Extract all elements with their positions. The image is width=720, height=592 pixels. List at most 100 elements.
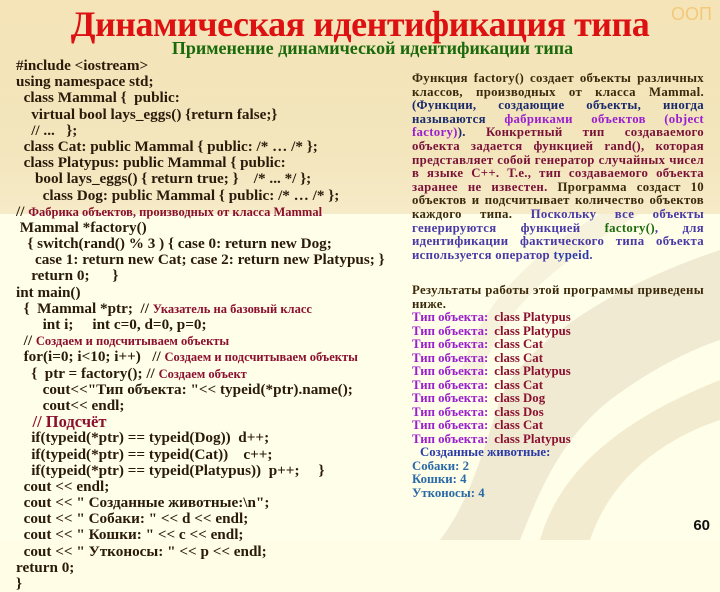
code-line: // ... };: [16, 121, 411, 139]
code-text: virtual bool lays_eggs() {return false;}: [16, 105, 278, 123]
count-row: Собаки: 2: [412, 458, 704, 474]
output-value: class Dog: [494, 391, 546, 405]
code-line: using namespace std;: [16, 74, 411, 90]
code-text: using namespace std;: [16, 73, 154, 91]
output-value: class Cat: [494, 418, 543, 432]
count-label: Утконосы:: [412, 485, 479, 500]
output-row: Тип объекта: class Cat: [412, 337, 704, 352]
code-line: cout << endl;: [16, 477, 411, 495]
description-segment: typeid: [553, 247, 590, 262]
code-text: for(i=0; i<10; i++) //: [16, 348, 165, 366]
output-row: Тип объекта: class Cat: [412, 418, 704, 433]
code-line: cout << " Кошки: " << c << endl;: [16, 527, 411, 543]
code-line: return 0; }: [16, 268, 411, 284]
code-line: class Dog: public Mammal { public: /* … …: [16, 187, 411, 204]
code-line: #include <iostream>: [16, 57, 411, 74]
code-line: if(typeid(*ptr) == typeid(Dog)) d++;: [16, 430, 411, 446]
output-row: Тип объекта: class Cat: [412, 350, 704, 366]
code-text: // ... };: [16, 121, 78, 139]
corner-tag: ООП: [671, 4, 712, 24]
code-text: { switch(rand() % 3 ) { case 0: return n…: [16, 235, 332, 253]
code-line: if(typeid(*ptr) == typeid(Cat)) c++;: [16, 445, 411, 463]
program-results: Результаты работы этой программы приведе…: [412, 283, 704, 501]
code-line: cout << " Утконосы: " << p << endl;: [16, 543, 411, 560]
description-segment: factory(): [604, 220, 655, 235]
code-line: virtual bool lays_eggs() {return false;}: [16, 105, 411, 123]
code-text: if(typeid(*ptr) == typeid(Cat)) c++;: [16, 445, 273, 463]
code-line: cout << " Собаки: " << d << endl;: [16, 511, 411, 527]
code-text: class Cat: public Mammal { public: /* … …: [16, 137, 318, 155]
count-row: Кошки: 4: [412, 472, 704, 487]
description-paragraph: Функция factory() создает объекты различ…: [412, 71, 704, 262]
output-value: class Platypus: [494, 323, 571, 338]
output-label: Тип объекта:: [412, 377, 489, 392]
output-label: Тип объекта:: [412, 431, 489, 446]
output-value: class Dos: [494, 404, 544, 419]
output-value: class Cat: [494, 377, 543, 392]
code-text: //: [16, 332, 36, 350]
output-value: class Cat: [494, 337, 543, 351]
code-text: //: [16, 202, 29, 220]
output-label: Тип объекта:: [412, 323, 489, 338]
output-row: Тип объекта: class Dog: [412, 391, 704, 406]
code-text: cout << " Созданные животные:\n";: [16, 494, 270, 512]
code-text: cout << endl;: [16, 477, 110, 495]
code-text: if(typeid(*ptr) == typeid(Dog)) d++;: [16, 429, 270, 447]
code-line: // Фабрика объектов, производных от клас…: [16, 202, 411, 220]
count-list: Собаки: 2 Кошки: 4 Утконосы: 4: [412, 458, 704, 501]
code-line: Mammal *factory(): [16, 218, 411, 236]
code-text: int main(): [16, 283, 81, 301]
output-row: Тип объекта: class Platypus: [412, 323, 704, 339]
code-text: case 1: return new Cat; case 2: return n…: [16, 251, 385, 269]
code-line: class Cat: public Mammal { public: /* … …: [16, 137, 411, 155]
count-value: 4: [460, 472, 467, 486]
code-text: Mammal *factory(): [16, 218, 147, 236]
code-line: for(i=0; i<10; i++) // Создаем и подсчит…: [16, 349, 411, 365]
code-line: { ptr = factory(); // Создаем объект: [16, 364, 411, 382]
code-text: if(typeid(*ptr) == typeid(Platypus)) p++…: [16, 461, 325, 479]
code-line: { switch(rand() % 3 ) { case 0: return n…: [16, 235, 411, 253]
output-value: class Platypus: [494, 431, 571, 446]
code-text: return 0;: [16, 558, 75, 576]
description-segment: .: [589, 247, 593, 262]
output-label: Тип объекта:: [412, 391, 489, 405]
output-label: Тип объекта:: [412, 310, 489, 324]
code-text: cout << " Кошки: " << c << endl;: [16, 526, 244, 544]
count-value: 4: [478, 485, 485, 500]
output-row: Тип объекта: class Dos: [412, 404, 704, 420]
code-comment: Указатель на базовый класс: [152, 301, 312, 316]
code-text: { Mammal *ptr; //: [16, 299, 153, 317]
code-text: class Mammal { public:: [16, 89, 180, 107]
description-segment: Функция factory() создает объекты различ…: [412, 71, 704, 99]
code-comment: Создаем и подсчитываем объекты: [164, 350, 358, 365]
count-row: Утконосы: 4: [412, 485, 704, 501]
code-text: { ptr = factory(); //: [16, 364, 159, 382]
code-text: bool lays_eggs() { return true; } /* ...…: [16, 170, 312, 188]
code-text: int i; int c=0, d=0, p=0;: [16, 316, 207, 333]
code-text: return 0; }: [16, 267, 119, 285]
code-line: int main(): [16, 283, 411, 301]
code-line: class Platypus: public Mammal { public:: [16, 155, 411, 171]
count-value: 2: [462, 458, 470, 473]
code-line: bool lays_eggs() { return true; } /* ...…: [16, 171, 411, 187]
output-label: Тип объекта:: [412, 418, 489, 432]
code-text: // Подсчёт: [16, 412, 107, 432]
code-line: cout<<"Тип объекта: "<< typeid(*ptr).nam…: [16, 380, 411, 398]
code-line: // Создаем и подсчитываем объекты: [16, 333, 411, 349]
description-segment: ).: [457, 125, 486, 140]
code-text: }: [16, 575, 22, 592]
output-row: Тип объекта: class Platypus: [412, 310, 704, 325]
code-comment: Создаем объект: [158, 366, 247, 381]
output-label: Тип объекта:: [412, 404, 489, 419]
output-label: Тип объекта:: [412, 350, 489, 365]
code-comment: Создаем и подсчитываем объекты: [35, 334, 230, 349]
code-line: if(typeid(*ptr) == typeid(Platypus)) p++…: [16, 461, 411, 479]
code-comment: Фабрика объектов, производных от класса …: [28, 204, 323, 219]
code-line: int i; int c=0, d=0, p=0;: [16, 316, 411, 333]
count-label: Кошки:: [412, 472, 461, 486]
output-value: class Platypus: [494, 310, 571, 324]
code-text: cout<<"Тип объекта: "<< typeid(*ptr).nam…: [16, 380, 353, 398]
code-line: class Mammal { public:: [16, 90, 411, 106]
output-label: Тип объекта:: [412, 364, 489, 378]
code-listing: #include <iostream> using namespace std; …: [16, 57, 411, 592]
